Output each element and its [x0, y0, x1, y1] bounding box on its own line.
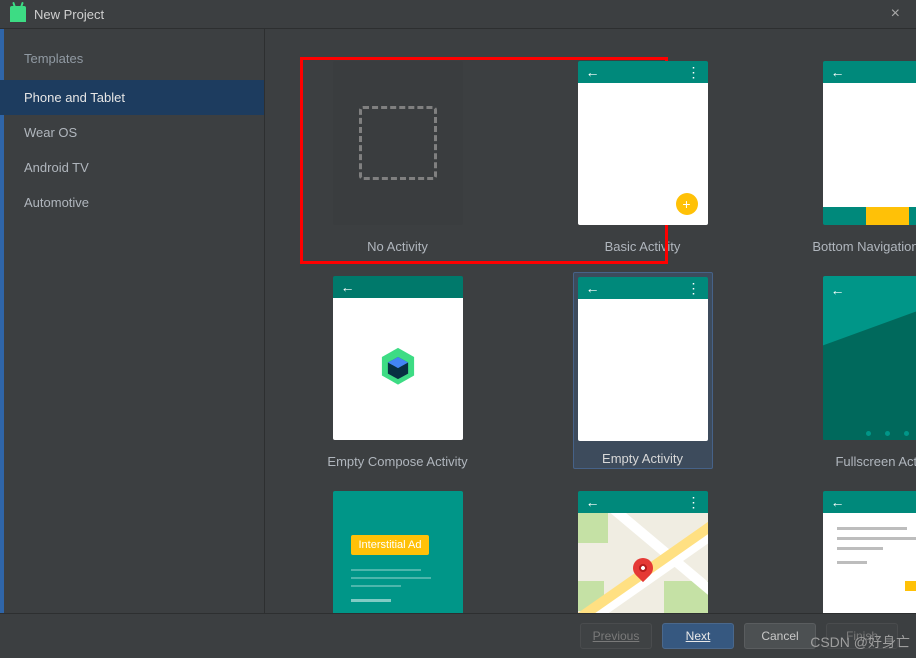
cancel-button[interactable]: Cancel	[744, 623, 816, 649]
back-arrow-icon: ←	[586, 495, 600, 509]
template-label: Basic Activity	[605, 239, 681, 254]
previous-button: Previous	[580, 623, 652, 649]
template-grid: No Activity ←⋮ + Basic Activity ←⋮	[265, 29, 916, 613]
sidebar-heading: Templates	[0, 51, 264, 80]
sidebar-item-phone-tablet[interactable]: Phone and Tablet	[0, 80, 264, 115]
template-primary-detail[interactable]: ←⋮	[785, 487, 916, 613]
template-label: Empty Activity	[578, 451, 708, 466]
template-no-activity[interactable]: No Activity	[295, 57, 500, 254]
template-label: Bottom Navigation Activity	[812, 239, 916, 254]
overflow-icon: ⋮	[687, 283, 700, 294]
template-fullscreen[interactable]: ← Fullscreen Activity	[785, 272, 916, 469]
template-label: Fullscreen Activity	[835, 454, 916, 469]
sidebar-item-android-tv[interactable]: Android TV	[0, 150, 264, 185]
close-icon[interactable]: ×	[885, 3, 906, 25]
overflow-icon: ⋮	[687, 67, 700, 78]
sidebar-item-automotive[interactable]: Automotive	[0, 185, 264, 220]
fab-icon: +	[676, 193, 698, 215]
ad-pill: Interstitial Ad	[351, 535, 430, 555]
template-basic-activity[interactable]: ← ⋮ + Basic Activity	[540, 57, 745, 254]
bottom-nav-icon	[823, 207, 916, 225]
sidebar: Templates Phone and Tablet Wear OS Andro…	[0, 29, 265, 613]
android-icon	[10, 6, 26, 22]
back-arrow-icon: ←	[586, 65, 600, 79]
back-arrow-icon: ←	[831, 65, 845, 79]
next-button[interactable]: Next	[662, 623, 734, 649]
back-arrow-icon: ←	[586, 281, 600, 295]
template-empty-compose[interactable]: ← Empty Compose Activity	[295, 272, 500, 469]
new-project-dialog: New Project × Templates Phone and Tablet…	[0, 0, 916, 658]
back-arrow-icon: ←	[341, 280, 355, 294]
back-arrow-icon: ←	[831, 282, 845, 298]
template-label: No Activity	[367, 239, 428, 254]
nav-dots-icon	[823, 426, 916, 440]
template-label: Empty Compose Activity	[327, 454, 467, 469]
overflow-icon: ⋮	[687, 497, 700, 508]
template-interstitial-ad[interactable]: Interstitial Ad	[295, 487, 500, 613]
dashed-box-icon	[359, 106, 437, 180]
finish-button: Finish	[826, 623, 898, 649]
dialog-footer: Previous Next Cancel Finish	[0, 614, 916, 658]
titlebar: New Project ×	[0, 0, 916, 28]
template-google-maps[interactable]: ←⋮	[540, 487, 745, 613]
window-title: New Project	[34, 7, 104, 22]
template-empty-activity[interactable]: ← ⋮ Empty Activity	[540, 272, 745, 469]
compose-logo-icon	[375, 343, 421, 389]
template-bottom-navigation[interactable]: ←⋮ Bottom Navigation Activity	[785, 57, 916, 254]
back-arrow-icon: ←	[831, 495, 845, 509]
sidebar-item-wear-os[interactable]: Wear OS	[0, 115, 264, 150]
